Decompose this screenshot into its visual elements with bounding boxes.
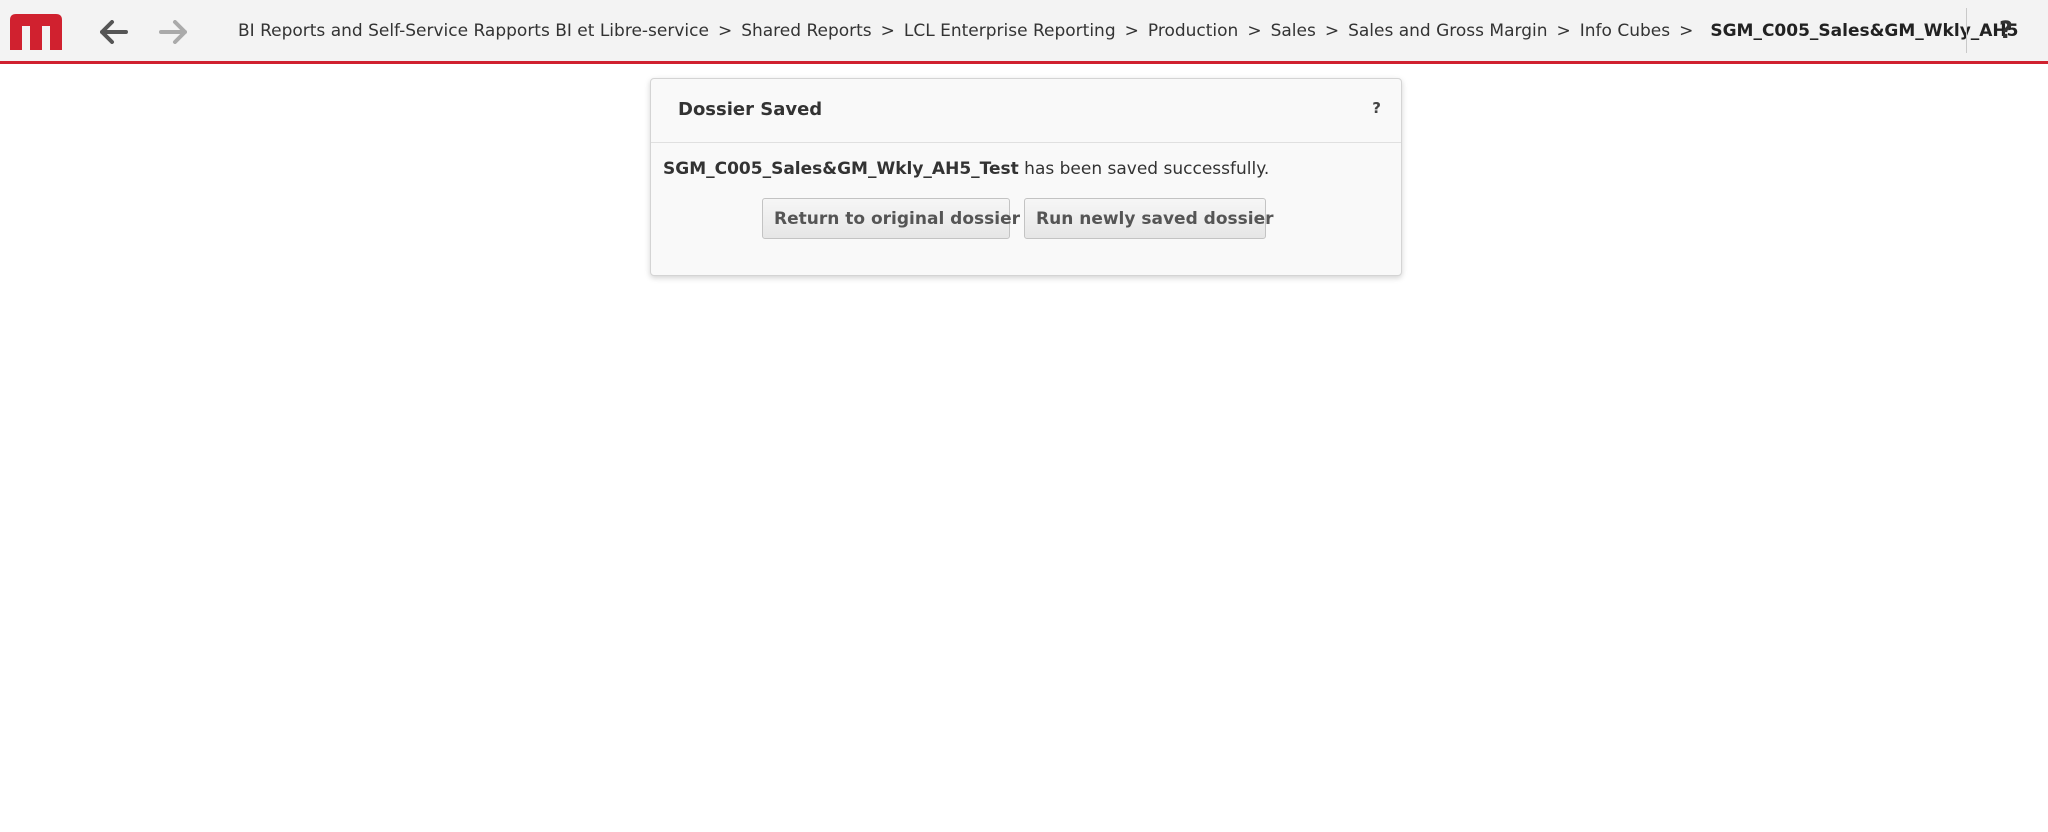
breadcrumb-separator: > — [717, 20, 733, 41]
microstrategy-logo-icon[interactable] — [10, 14, 62, 50]
top-toolbar: BI Reports and Self-Service Rapports BI … — [0, 0, 2048, 64]
dossier-saved-dialog: Dossier Saved ? SGM_C005_Sales&GM_Wkly_A… — [650, 78, 1402, 276]
breadcrumb-separator: > — [1247, 20, 1262, 41]
breadcrumb-item[interactable]: Info Cubes — [1580, 21, 1670, 41]
dialog-help-button[interactable]: ? — [1372, 99, 1381, 117]
breadcrumb-item[interactable]: Sales — [1271, 21, 1316, 41]
dialog-header: Dossier Saved ? — [651, 79, 1401, 143]
breadcrumb-separator: > — [1556, 20, 1571, 41]
dialog-title: Dossier Saved — [678, 99, 823, 120]
arrow-left-icon — [100, 20, 128, 44]
breadcrumb-current: SGM_C005_Sales&GM_Wkly_AH5 — [1710, 20, 2019, 41]
run-saved-dossier-button[interactable]: Run newly saved dossier — [1024, 198, 1274, 239]
forward-button[interactable] — [155, 14, 191, 50]
breadcrumb: BI Reports and Self-Service Rapports BI … — [238, 0, 2019, 61]
breadcrumb-item[interactable]: Sales and Gross Margin — [1348, 21, 1547, 41]
breadcrumb-item[interactable]: Production — [1148, 21, 1238, 41]
arrow-right-icon — [159, 20, 187, 44]
breadcrumb-item[interactable]: BI Reports and Self-Service Rapports BI … — [238, 21, 709, 41]
breadcrumb-separator: > — [1124, 20, 1139, 41]
help-button[interactable]: ? — [1988, 12, 2024, 48]
breadcrumb-separator: > — [1324, 20, 1340, 41]
back-button[interactable] — [96, 14, 132, 50]
breadcrumb-item[interactable]: LCL Enterprise Reporting — [904, 21, 1116, 41]
saved-dossier-name: SGM_C005_Sales&GM_Wkly_AH5_Test — [663, 159, 1019, 179]
toolbar-divider — [1966, 8, 1967, 53]
breadcrumb-separator: > — [1679, 20, 1694, 41]
return-to-original-button[interactable]: Return to original dossier — [762, 198, 1020, 239]
dialog-message: SGM_C005_Sales&GM_Wkly_AH5_Test has been… — [663, 159, 1269, 179]
breadcrumb-separator: > — [880, 20, 895, 41]
saved-message-text: has been saved successfully. — [1018, 159, 1270, 179]
breadcrumb-item[interactable]: Shared Reports — [741, 21, 871, 41]
